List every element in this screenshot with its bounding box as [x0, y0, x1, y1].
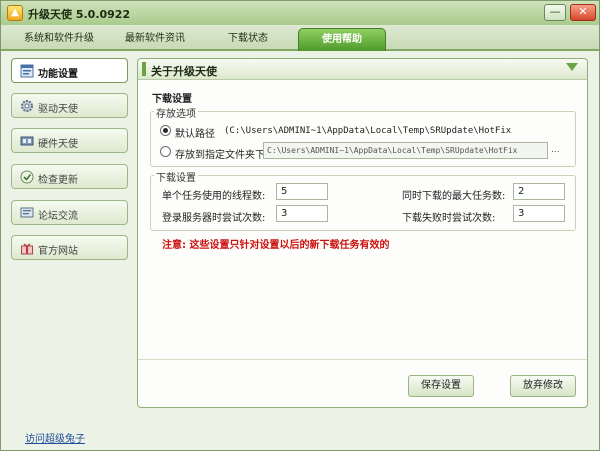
tab-help[interactable]: 使用帮助 — [298, 28, 386, 51]
browse-folder-button[interactable]: ... — [551, 145, 560, 155]
sidebar-item-label: 检查更新 — [38, 175, 78, 186]
threads-label: 单个任务使用的线程数: — [162, 191, 266, 202]
settings-note: 注意: 这些设置只针对设置以后的新下载任务有效的 — [162, 240, 390, 251]
tab-software-news[interactable]: 最新软件资讯 — [113, 28, 197, 51]
sidebar-item-label: 驱动天使 — [38, 104, 78, 115]
custom-path-input[interactable]: C:\Users\ADMINI~1\AppData\Local\Temp\SRU… — [263, 142, 548, 159]
max-tasks-label: 同时下载的最大任务数: — [402, 191, 506, 202]
app-logo-icon: ▲ — [7, 5, 23, 21]
default-path-label: 默认路径 — [175, 129, 215, 140]
panel-title: 关于升级天使 — [151, 65, 217, 78]
sidebar-item-label: 硬件天使 — [38, 139, 78, 150]
sidebar-item-check-update[interactable]: 检查更新 — [11, 164, 128, 189]
title-bar: ▲ 升级天使 5.0.0922 — ✕ — [1, 1, 599, 25]
sidebar-item-label: 论坛交流 — [38, 211, 78, 222]
save-settings-button[interactable]: 保存设置 — [408, 375, 474, 397]
max-tasks-input[interactable]: 2 — [513, 183, 565, 200]
tab-download-status[interactable]: 下载状态 — [206, 28, 290, 51]
settings-panel: 关于升级天使 下载设置 存放选项 默认路径 (C:\Users\ADMINI~1… — [137, 58, 588, 408]
custom-folder-label: 存放到指定文件夹下 — [175, 150, 265, 161]
sidebar-item-driver[interactable]: 驱动天使 — [11, 93, 128, 118]
gear-icon — [21, 100, 33, 112]
default-path-radio[interactable] — [160, 125, 171, 136]
minimize-button[interactable]: — — [544, 4, 566, 21]
header-accent-bar — [142, 62, 146, 76]
sidebar-item-settings[interactable]: 功能设置 — [11, 58, 128, 83]
sidebar-item-official-site[interactable]: 官方网站 — [11, 235, 128, 260]
threads-input[interactable]: 5 — [276, 183, 328, 200]
default-path-value: (C:\Users\ADMINI~1\AppData\Local\Temp\SR… — [224, 126, 512, 136]
download-settings-legend: 下载设置 — [154, 169, 198, 184]
fail-retry-input[interactable]: 3 — [513, 205, 565, 222]
storage-options-legend: 存放选项 — [154, 105, 198, 120]
visit-super-rabbit-link[interactable]: 访问超级兔子 — [25, 430, 85, 445]
sidebar-item-label: 官方网站 — [38, 246, 78, 257]
app-window: ▲ 升级天使 5.0.0922 — ✕ 系统和软件升级 最新软件资讯 下载状态 … — [0, 0, 600, 451]
close-button[interactable]: ✕ — [570, 4, 596, 21]
hardware-icon — [20, 136, 34, 146]
gift-icon — [21, 243, 33, 255]
footer-divider — [138, 359, 587, 360]
window-title: 升级天使 5.0.0922 — [28, 8, 131, 21]
panel-header: 关于升级天使 — [138, 59, 587, 80]
custom-folder-radio[interactable] — [160, 146, 171, 157]
fail-retry-label: 下载失败时尝试次数: — [402, 213, 496, 224]
sidebar-item-forum[interactable]: 论坛交流 — [11, 200, 128, 225]
discard-changes-button[interactable]: 放弃修改 — [510, 375, 576, 397]
sidebar-item-label: 功能设置 — [38, 69, 78, 80]
section-title: 下载设置 — [152, 94, 192, 105]
collapse-arrow-icon[interactable] — [566, 63, 578, 71]
update-icon — [20, 170, 34, 184]
login-retry-label: 登录服务器时尝试次数: — [162, 213, 266, 224]
login-retry-input[interactable]: 3 — [276, 205, 328, 222]
forum-icon — [20, 207, 34, 218]
sidebar-item-hardware[interactable]: 硬件天使 — [11, 128, 128, 153]
main-tabs: 系统和软件升级 最新软件资讯 下载状态 使用帮助 — [1, 25, 599, 51]
tab-system-upgrade[interactable]: 系统和软件升级 — [13, 28, 105, 51]
settings-window-icon — [20, 64, 34, 78]
